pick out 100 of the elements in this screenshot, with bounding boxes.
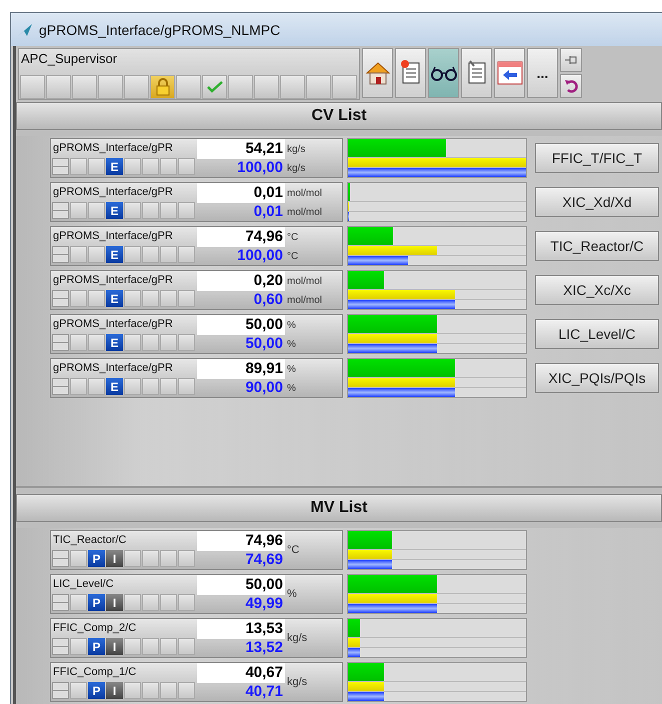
unit-label: % bbox=[286, 318, 297, 332]
unit-label: mol/mol bbox=[286, 186, 324, 200]
status-cell bbox=[178, 246, 195, 263]
status-cell bbox=[332, 75, 357, 99]
mode-badge: I bbox=[106, 638, 123, 655]
status-cell bbox=[160, 202, 177, 219]
status-cell bbox=[142, 290, 159, 307]
unit-label: % bbox=[286, 338, 297, 352]
unit-label: mol/mol bbox=[286, 274, 324, 288]
unit-label: mol/mol bbox=[286, 206, 324, 220]
toolbar-button[interactable] bbox=[560, 48, 582, 72]
toolbar-button[interactable] bbox=[461, 48, 492, 98]
status-cell bbox=[124, 594, 141, 611]
setpoint-value: 0,60 bbox=[252, 291, 284, 309]
status-cell bbox=[124, 334, 141, 351]
toolbar-button[interactable] bbox=[560, 74, 582, 98]
tag-name: LIC_Level/C bbox=[52, 577, 115, 592]
split-icon bbox=[52, 334, 69, 351]
process-value: 50,00 bbox=[197, 315, 285, 335]
setpoint-value: 50,00 bbox=[244, 335, 284, 353]
split-icon bbox=[52, 682, 69, 699]
check-icon bbox=[206, 81, 222, 93]
process-value: 74,96 bbox=[197, 227, 285, 247]
process-value: 0,01 bbox=[197, 183, 285, 203]
mode-badge: E bbox=[106, 158, 123, 175]
mode-badge: P bbox=[88, 638, 105, 655]
controller-button[interactable]: XIC_Xc/Xc bbox=[535, 275, 659, 305]
status-cell bbox=[88, 334, 105, 351]
controller-button[interactable]: FFIC_T/FIC_T bbox=[535, 143, 659, 173]
toolbar-button[interactable] bbox=[395, 48, 426, 98]
unit-label: % bbox=[286, 382, 297, 396]
mode-badge: I bbox=[106, 682, 123, 699]
tag-name: gPROMS_Interface/gPR bbox=[52, 141, 174, 156]
status-cell bbox=[178, 594, 195, 611]
mode-badge: I bbox=[106, 550, 123, 567]
controller-button[interactable]: TIC_Reactor/C bbox=[535, 231, 659, 261]
controller-button[interactable]: XIC_PQIs/PQIs bbox=[535, 363, 659, 393]
status-cell bbox=[70, 638, 87, 655]
status-cell bbox=[178, 682, 195, 699]
unit-label: mol/mol bbox=[286, 294, 324, 308]
tag-name: TIC_Reactor/C bbox=[52, 533, 128, 548]
process-value: 74,96 bbox=[197, 531, 285, 551]
status-cell bbox=[142, 158, 159, 175]
status-cell bbox=[254, 75, 279, 99]
more-button[interactable]: ... bbox=[527, 48, 558, 98]
mode-badge: P bbox=[88, 682, 105, 699]
tag-name: gPROMS_Interface/gPR bbox=[52, 185, 174, 200]
panel-label: APC_Supervisor bbox=[20, 50, 118, 68]
tag-name: gPROMS_Interface/gPR bbox=[52, 229, 174, 244]
status-cell bbox=[142, 682, 159, 699]
status-cell bbox=[306, 75, 331, 99]
status-cell bbox=[124, 202, 141, 219]
status-cell bbox=[88, 246, 105, 263]
status-cell bbox=[124, 158, 141, 175]
mode-badge: E bbox=[106, 290, 123, 307]
status-cell bbox=[160, 334, 177, 351]
split-icon bbox=[52, 594, 69, 611]
setpoint-value: 49,99 bbox=[244, 595, 284, 613]
unit-label: kg/s bbox=[286, 675, 308, 690]
setpoint-value: 90,00 bbox=[244, 379, 284, 397]
controller-button[interactable]: LIC_Level/C bbox=[535, 319, 659, 349]
status-cell bbox=[72, 75, 97, 99]
status-cell bbox=[142, 334, 159, 351]
setpoint-value: 40,71 bbox=[244, 683, 284, 701]
setpoint-value: 100,00 bbox=[236, 159, 284, 177]
status-cell bbox=[70, 334, 87, 351]
process-value: 50,00 bbox=[197, 575, 285, 595]
status-cell bbox=[160, 550, 177, 567]
status-cell bbox=[70, 290, 87, 307]
process-value: 40,67 bbox=[197, 663, 285, 683]
status-cell bbox=[142, 202, 159, 219]
window-title: gPROMS_Interface/gPROMS_NLMPC bbox=[39, 22, 280, 38]
toolbar-button[interactable] bbox=[494, 48, 525, 98]
unit-label: kg/s bbox=[286, 631, 308, 646]
status-cell bbox=[178, 550, 195, 567]
setpoint-value: 74,69 bbox=[244, 551, 284, 569]
status-cell bbox=[160, 290, 177, 307]
status-cell bbox=[88, 290, 105, 307]
unit-label: kg/s bbox=[286, 142, 306, 156]
setpoint-value: 0,01 bbox=[252, 203, 284, 221]
toolbar-button[interactable] bbox=[362, 48, 393, 98]
undo-icon bbox=[564, 79, 578, 93]
split-icon bbox=[52, 158, 69, 175]
status-cell bbox=[124, 246, 141, 263]
status-cell bbox=[124, 682, 141, 699]
mode-badge: E bbox=[106, 202, 123, 219]
status-cell bbox=[160, 638, 177, 655]
process-value: 54,21 bbox=[197, 139, 285, 159]
unit-label: % bbox=[286, 362, 297, 376]
process-value: 0,20 bbox=[197, 271, 285, 291]
controller-button[interactable]: XIC_Xd/Xd bbox=[535, 187, 659, 217]
status-cell bbox=[70, 594, 87, 611]
unit-label: kg/s bbox=[286, 162, 306, 176]
status-cell bbox=[20, 75, 45, 99]
mode-badge: I bbox=[106, 594, 123, 611]
toolbar-button[interactable] bbox=[428, 48, 459, 98]
tag-name: FFIC_Comp_1/C bbox=[52, 665, 138, 680]
status-cell bbox=[70, 246, 87, 263]
status-cell bbox=[160, 594, 177, 611]
status-cell bbox=[46, 75, 71, 99]
